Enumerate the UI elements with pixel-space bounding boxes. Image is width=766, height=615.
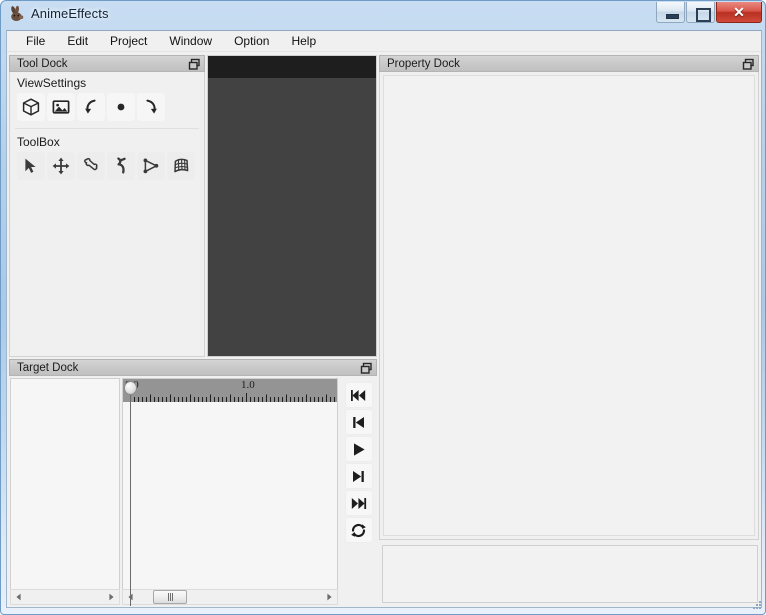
maximize-button[interactable] [686,2,715,23]
layer-tree-panel[interactable] [10,378,120,605]
canvas-top-band [208,56,376,78]
menu-item-project[interactable]: Project [99,31,158,51]
playhead-handle[interactable] [124,381,137,395]
cursor-tool-icon[interactable] [17,152,45,180]
timeline-ruler[interactable]: 0.0 1.0 [123,379,337,402]
skip-forward-icon [351,497,367,509]
toolbox-row [10,151,204,184]
menu-item-help[interactable]: Help [280,31,327,51]
tool-dock-body: ViewSettings ToolBox [9,72,205,357]
rewind-to-start-button[interactable] [344,382,373,408]
scroll-track[interactable] [27,590,103,604]
timeline-hscrollbar[interactable] [122,589,338,605]
next-frame-button[interactable] [344,463,373,489]
timeline-panel[interactable]: 0.0 1.0 [122,378,338,606]
viewsettings-label: ViewSettings [17,76,87,90]
window-controls: ✕ [655,2,762,23]
minimize-button[interactable] [656,2,685,23]
ruler-ticks [130,393,335,402]
ffd-tool-icon[interactable] [167,152,195,180]
show-image-icon[interactable] [47,93,75,121]
float-undock-icon[interactable] [188,58,201,71]
pose-tool-icon[interactable] [107,152,135,180]
step-backward-icon [353,416,364,428]
client-area: File Edit Project Window Option Help Too… [6,30,762,608]
property-dock-header: Property Dock [379,55,759,72]
grip-icon [167,593,173,601]
bone-tool-icon[interactable] [77,152,105,180]
resize-grip-icon[interactable] [750,599,763,612]
scroll-left-arrow-icon[interactable] [11,590,27,604]
menu-item-file[interactable]: File [15,31,56,51]
viewsettings-row [10,92,204,125]
canvas-viewport[interactable] [208,78,376,356]
playhead-line [130,393,131,606]
property-list-panel[interactable] [383,75,755,536]
tool-dock-header: Tool Dock [9,55,205,72]
property-dock-body [379,72,759,540]
target-dock-title: Target Dock [17,361,79,374]
skip-backward-icon [351,389,366,401]
loop-icon [351,523,366,537]
title-bar: AnimeEffects ✕ [1,1,765,28]
mesh-tool-icon[interactable] [137,152,165,180]
scroll-right-arrow-icon[interactable] [321,590,337,604]
property-dock: Property Dock [379,55,759,605]
close-button[interactable]: ✕ [716,2,762,23]
tool-dock-title: Tool Dock [17,57,68,70]
workspace: Tool Dock ViewSettings ToolBox Target Do… [7,53,761,607]
layer-tree-hscrollbar[interactable] [10,589,120,605]
scroll-left-arrow-icon[interactable] [123,590,139,604]
target-dock: Target Dock 1.0 [9,359,377,606]
menu-item-option[interactable]: Option [223,31,280,51]
close-icon: ✕ [733,3,745,20]
playback-controls [341,378,376,605]
float-undock-icon[interactable] [360,362,373,375]
ruler-tick-label: 1.0 [241,379,255,391]
rotate-right-icon[interactable] [137,93,165,121]
section-divider [15,128,199,129]
scroll-thumb[interactable] [153,590,187,604]
toolbox-label: ToolBox [17,135,60,149]
float-undock-icon[interactable] [742,58,755,71]
property-dock-title: Property Dock [387,57,460,70]
play-button[interactable] [344,436,373,462]
center-dot-icon[interactable] [107,93,135,121]
loop-button[interactable] [344,517,373,543]
scroll-track[interactable] [139,590,321,604]
target-dock-header: Target Dock [9,359,377,376]
rabbit-icon [8,5,26,23]
tool-dock: Tool Dock ViewSettings ToolBox [9,55,205,357]
application-window: AnimeEffects ✕ File Edit Project Window … [0,0,766,615]
menu-bar: File Edit Project Window Option Help [7,31,761,52]
rotate-left-icon[interactable] [77,93,105,121]
target-dock-body: 0.0 1.0 [9,376,377,606]
step-forward-icon [353,470,364,482]
show-mesh-icon[interactable] [17,93,45,121]
menu-item-edit[interactable]: Edit [56,31,99,51]
property-detail-panel[interactable] [382,545,758,603]
menu-item-window[interactable]: Window [158,31,223,51]
main-canvas[interactable] [207,55,377,357]
move-tool-icon[interactable] [47,152,75,180]
scroll-right-arrow-icon[interactable] [103,590,119,604]
play-icon [354,442,365,456]
window-title: AnimeEffects [31,6,109,21]
previous-frame-button[interactable] [344,409,373,435]
timeline-keyframe-area[interactable] [123,402,337,586]
forward-to-end-button[interactable] [344,490,373,516]
